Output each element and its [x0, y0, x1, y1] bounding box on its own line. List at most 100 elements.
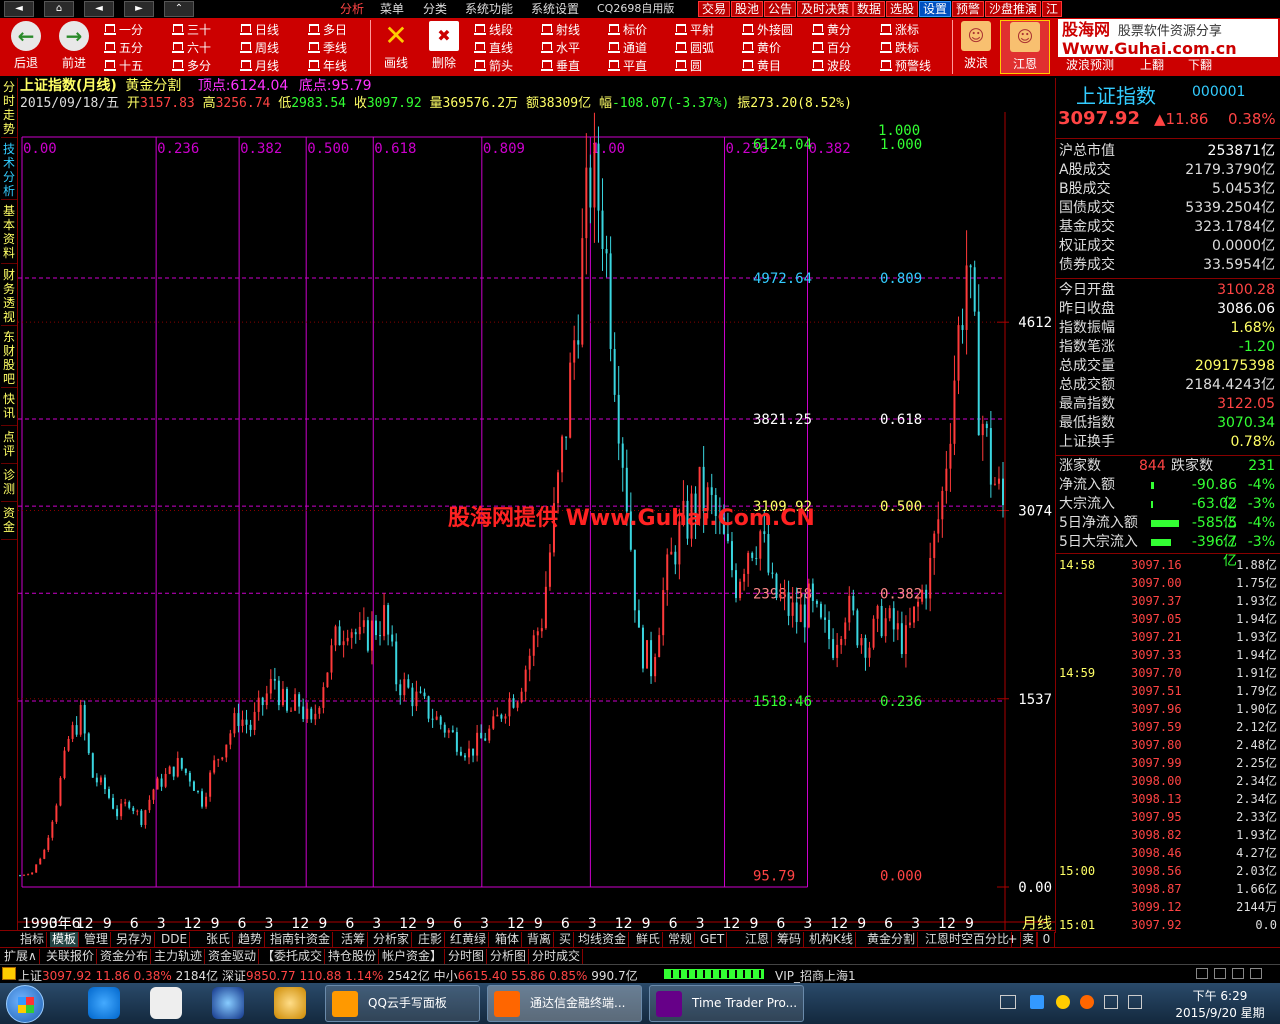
menu-category[interactable]: 分类 [423, 1, 447, 17]
line-tool-button[interactable]: 百分 [812, 39, 851, 57]
indicator-tab[interactable]: 庄影 [416, 932, 446, 947]
period-button[interactable]: 年线 [308, 57, 347, 75]
palette-app-icon[interactable] [274, 987, 306, 1019]
function-tab[interactable]: 帐户资金】 [380, 949, 446, 964]
period-button[interactable]: 五分 [104, 39, 143, 57]
tab-trade[interactable]: 交易 [698, 1, 731, 17]
prev-icon[interactable]: ◄ [84, 1, 114, 17]
indicator-tab[interactable]: 筹码 [775, 932, 805, 947]
period-button[interactable]: 六十 [172, 39, 211, 57]
indicator-tab[interactable]: 常规 [666, 932, 696, 947]
draw-line-button[interactable]: ✕ 画线 [376, 20, 416, 74]
window-icon[interactable] [1196, 968, 1208, 979]
wave-button[interactable]: ☺ 波浪 [956, 20, 996, 74]
left-tab[interactable]: 基本资料 [1, 204, 17, 264]
jiang-en-button[interactable]: ☺ 江恩 [1000, 20, 1050, 74]
function-tab[interactable]: 主力轨迹 [152, 949, 206, 964]
indicator-tab[interactable]: DDE [159, 932, 191, 947]
function-tab[interactable]: 分时成交 [530, 949, 584, 964]
indicator-tab[interactable]: 均线资金 [576, 932, 630, 947]
indicator-tab[interactable]: 分析家 [371, 932, 413, 947]
line-tool-button[interactable]: 箭头 [474, 57, 513, 75]
line-tool-button[interactable]: 射线 [541, 21, 580, 39]
left-tab[interactable]: 财务透视 [1, 268, 17, 326]
tab-stock-pool[interactable]: 股池 [731, 1, 764, 17]
period-button[interactable]: 多日 [308, 21, 347, 39]
line-tool-button[interactable]: 直线 [474, 39, 513, 57]
indicator-tab[interactable]: 箱体 [493, 932, 523, 947]
period-button[interactable]: 多分 [172, 57, 211, 75]
wave-predict-button[interactable]: 波浪预测 [1066, 56, 1114, 74]
line-tool-button[interactable]: 预警线 [880, 57, 931, 75]
collapse-icon[interactable]: ⌃ [164, 1, 194, 17]
tab-sandbox[interactable]: 沙盘推演 [985, 1, 1042, 17]
ie-browser-icon[interactable] [88, 987, 120, 1019]
task-qq-handwriting[interactable]: QQ云手写面板 [325, 985, 480, 1022]
keyboard-tray-icon[interactable] [1000, 995, 1016, 1009]
clock[interactable]: 下午 6:29 2015/9/20 星期日 [1170, 987, 1270, 1024]
period-button[interactable]: 三十 [172, 21, 211, 39]
period-button[interactable]: 季线 [308, 39, 347, 57]
tab-alert[interactable]: 预警 [952, 1, 985, 17]
function-tab[interactable]: 【委托成交 [260, 949, 326, 964]
menu-analysis[interactable]: 分析 [340, 1, 364, 17]
tab-stock-select[interactable]: 选股 [886, 1, 919, 17]
indicator-tab[interactable]: 江恩 [743, 932, 773, 947]
line-tool-button[interactable]: 黄分 [812, 21, 851, 39]
indicator-tab[interactable]: GET [698, 932, 728, 947]
tab-data[interactable]: 数据 [853, 1, 886, 17]
indicator-tab[interactable]: 江恩时空百分比 [923, 932, 1013, 947]
period-button[interactable]: 月线 [240, 57, 279, 75]
qq-tray-icon[interactable] [1056, 995, 1070, 1009]
indicator-tab[interactable]: 趋势 [236, 932, 266, 947]
task-time-trader[interactable]: Time Trader Pro... [649, 985, 804, 1022]
indicator-tab[interactable]: 活筹 [339, 932, 369, 947]
left-tab[interactable]: 点评 [1, 430, 17, 464]
left-tab[interactable]: 分时走势 [1, 80, 17, 138]
network-icon[interactable] [1250, 968, 1262, 979]
function-tab[interactable]: 关联报价 [44, 949, 98, 964]
left-tab[interactable]: 快讯 [1, 392, 17, 426]
line-tool-button[interactable]: 涨标 [880, 21, 919, 39]
function-tab[interactable]: 分析图 [488, 949, 530, 964]
left-tab[interactable]: 资金 [1, 506, 17, 540]
shield-tray-icon[interactable] [1030, 995, 1044, 1009]
function-tab[interactable]: 资金分布 [98, 949, 152, 964]
line-tool-button[interactable]: 平直 [608, 57, 647, 75]
page-down-button[interactable]: 下翻 [1188, 56, 1212, 74]
line-tool-button[interactable]: 通道 [608, 39, 647, 57]
indicator-tab[interactable]: 管理 [82, 932, 112, 947]
line-tool-button[interactable]: 平射 [675, 21, 714, 39]
bird-app-icon[interactable] [212, 987, 244, 1019]
indicator-tab[interactable]: 黄金分割 [865, 932, 919, 947]
menu-system-functions[interactable]: 系统功能 [465, 1, 513, 17]
delete-button[interactable]: ✖ 删除 [424, 20, 464, 74]
left-tab[interactable]: 技术分析 [1, 142, 17, 200]
line-tool-button[interactable]: 黄价 [742, 39, 781, 57]
tab-jiang[interactable]: 江 [1042, 1, 1063, 17]
period-button[interactable]: 日线 [240, 21, 279, 39]
sound-icon[interactable] [1232, 968, 1244, 979]
app-tray-icon[interactable] [1080, 995, 1094, 1009]
indicator-tab[interactable]: 模板 [50, 932, 80, 947]
indicator-tab[interactable]: 鲜氏 [634, 932, 664, 947]
paint-app-icon[interactable] [150, 987, 182, 1019]
indicator-tab[interactable]: 张氏 [204, 932, 234, 947]
line-tool-button[interactable]: 垂直 [541, 57, 580, 75]
tab-announcement[interactable]: 公告 [764, 1, 797, 17]
left-tab[interactable]: 东财股吧 [1, 330, 17, 388]
indicator-tab[interactable]: 指标 [18, 932, 48, 947]
indicator-tab[interactable]: 红黄绿 [448, 932, 490, 947]
line-tool-button[interactable]: 圆弧 [675, 39, 714, 57]
function-tab[interactable]: 分时图 [446, 949, 488, 964]
line-tool-button[interactable]: 外接圆 [742, 21, 793, 39]
lock-icon[interactable] [1214, 968, 1226, 979]
task-tdx-terminal[interactable]: 通达信金融终端... [487, 985, 642, 1022]
network-tray-icon[interactable] [1104, 995, 1118, 1009]
line-tool-button[interactable]: 线段 [474, 21, 513, 39]
nav-back-icon[interactable]: ◄ [4, 1, 34, 17]
line-tool-button[interactable]: 波段 [812, 57, 851, 75]
function-tab[interactable]: 资金驱动 [206, 949, 260, 964]
line-tool-button[interactable]: 跌标 [880, 39, 919, 57]
function-tab[interactable]: 持仓股份 [326, 949, 380, 964]
